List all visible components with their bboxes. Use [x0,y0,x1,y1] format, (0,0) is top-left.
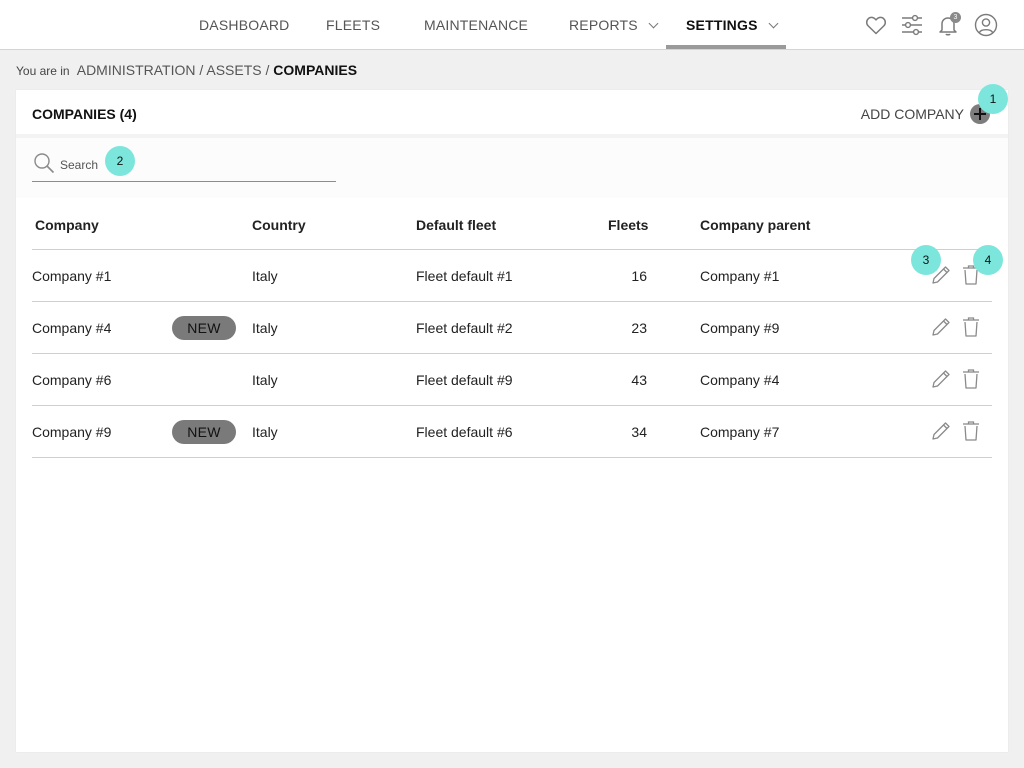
fleets-count: 16 [631,268,647,284]
add-company-label: ADD COMPANY [860,106,964,122]
nav-reports[interactable]: REPORTS [569,0,659,50]
default-fleet: Fleet default #9 [416,372,513,388]
annotation-marker: 2 [105,146,135,176]
nav-fleets[interactable]: FLEETS [326,0,380,50]
nav-settings-label: SETTINGS [686,17,758,33]
nav-maintenance[interactable]: MAINTENANCE [424,0,528,50]
sliders-icon[interactable] [900,13,924,37]
company-parent: Company #1 [700,268,780,284]
column-header-country[interactable]: Country [252,217,306,233]
breadcrumb-current: COMPANIES [273,62,358,78]
country: Italy [252,424,278,440]
default-fleet: Fleet default #2 [416,320,513,336]
notification-count-badge: 3 [950,12,961,23]
user-icon[interactable] [974,13,998,37]
search-area [16,138,1008,198]
card-header: COMPANIES (4) ADD COMPANY [16,90,1008,138]
page-title: COMPANIES (4) [32,106,137,122]
breadcrumb: You are in ADMINISTRATION / ASSETS / COM… [16,62,357,78]
column-header-default-fleet[interactable]: Default fleet [416,217,496,233]
companies-card: COMPANIES (4) ADD COMPANY Company Countr… [16,90,1008,752]
column-header-company-parent[interactable]: Company parent [700,217,810,233]
trash-icon[interactable] [959,419,983,443]
column-header-fleets[interactable]: Fleets [608,217,648,233]
nav-reports-label: REPORTS [569,17,638,33]
trash-icon[interactable] [959,367,983,391]
table-row[interactable]: Company #1 Italy Fleet default #1 16 Com… [32,250,992,302]
default-fleet: Fleet default #1 [416,268,513,284]
new-badge: NEW [172,316,236,340]
country: Italy [252,268,278,284]
search-field[interactable] [32,150,336,182]
default-fleet: Fleet default #6 [416,424,513,440]
nav-dashboard[interactable]: DASHBOARD [199,0,289,50]
country: Italy [252,320,278,336]
fleets-count: 43 [631,372,647,388]
company-parent: Company #4 [700,372,780,388]
fleets-count: 34 [631,424,647,440]
company-parent: Company #7 [700,424,780,440]
breadcrumb-path[interactable]: ADMINISTRATION / ASSETS / [77,62,270,78]
chevron-down-icon [648,18,659,29]
pencil-icon[interactable] [929,315,953,339]
company-parent: Company #9 [700,320,780,336]
new-badge: NEW [172,420,236,444]
search-icon [34,153,55,174]
annotation-marker: 1 [978,84,1008,114]
heart-icon[interactable] [864,13,888,37]
chevron-down-icon [768,18,779,29]
annotation-marker: 3 [911,245,941,275]
table-row[interactable]: Company #4 NEW Italy Fleet default #2 23… [32,302,992,354]
company-name: Company #1 [32,268,112,284]
table-row[interactable]: Company #6 Italy Fleet default #9 43 Com… [32,354,992,406]
pencil-icon[interactable] [929,367,953,391]
country: Italy [252,372,278,388]
fleets-count: 23 [631,320,647,336]
breadcrumb-prefix: You are in [16,64,70,78]
table-header: Company Country Default fleet Fleets Com… [32,200,992,250]
table-row[interactable]: Company #9 NEW Italy Fleet default #6 34… [32,406,992,458]
pencil-icon[interactable] [929,419,953,443]
company-name: Company #9 [32,424,112,440]
active-tab-indicator [666,45,786,49]
nav-settings[interactable]: SETTINGS [686,0,779,50]
annotation-marker: 4 [973,245,1003,275]
column-header-company[interactable]: Company [35,217,99,233]
search-input[interactable] [60,154,330,176]
add-company-button[interactable]: ADD COMPANY [861,104,990,124]
trash-icon[interactable] [959,315,983,339]
top-navigation-bar: DASHBOARD FLEETS MAINTENANCE REPORTS SET… [0,0,1024,50]
company-name: Company #6 [32,372,112,388]
company-name: Company #4 [32,320,112,336]
